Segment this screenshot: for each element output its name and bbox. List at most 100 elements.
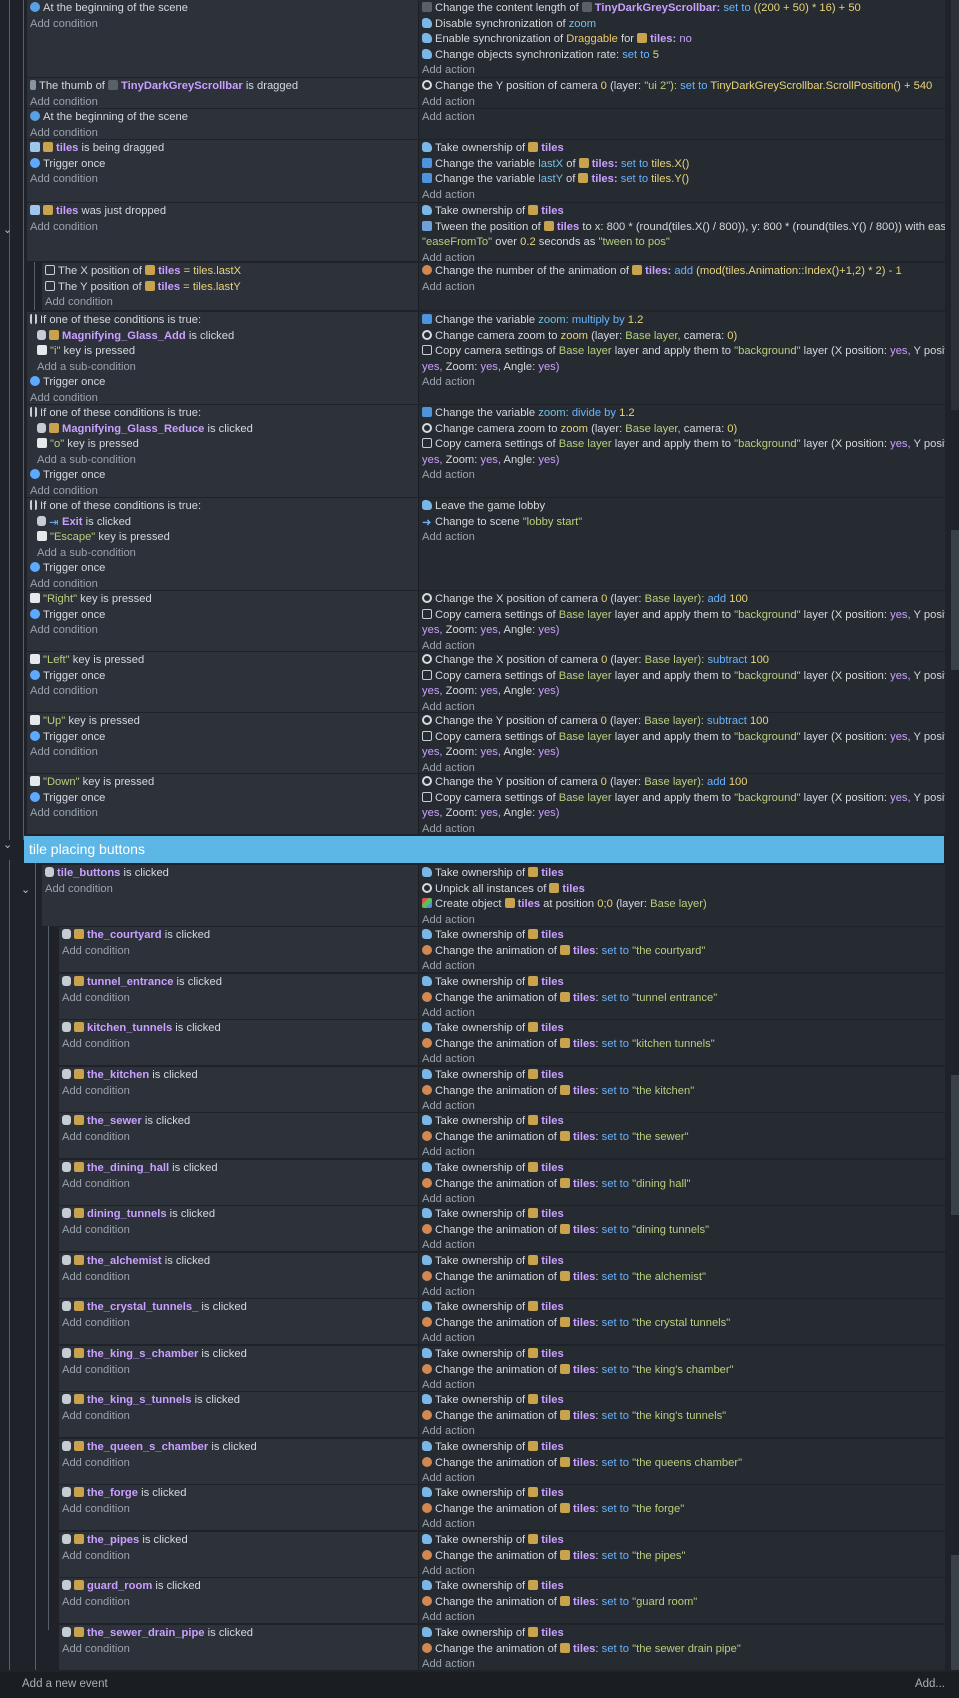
action[interactable]: Take ownership of tiles (422, 1207, 945, 1223)
actions-column[interactable]: Take ownership of tilesChange the animat… (419, 1485, 945, 1530)
action[interactable]: Unpick all instances of tiles (422, 882, 945, 898)
action[interactable]: Leave the game lobby (422, 499, 945, 515)
add-action-link[interactable]: Add action (422, 1378, 945, 1391)
event-row[interactable]: "Up" key is pressedTrigger onceAdd condi… (27, 713, 945, 773)
tile-sub-event-row[interactable]: the_courtyard is clickedAdd conditionTak… (59, 927, 945, 972)
conditions-column[interactable]: the_crystal_tunnels_ is clickedAdd condi… (59, 1299, 419, 1344)
add-action-link[interactable]: Add action (422, 1006, 945, 1019)
tile-sub-event-row[interactable]: the_sewer_drain_pipe is clickedAdd condi… (59, 1625, 945, 1670)
event-row[interactable]: At the beginning of the scene Add condit… (27, 109, 945, 139)
add-condition-link[interactable]: Add condition (62, 944, 418, 960)
sub-condition[interactable]: "Escape" key is pressed (30, 530, 418, 546)
condition[interactable]: the_king_s_chamber is clicked (62, 1347, 418, 1363)
action[interactable]: Take ownership of tiles (422, 1347, 945, 1363)
condition[interactable]: tiles is being dragged (30, 141, 418, 157)
add-action-link[interactable]: Add action (422, 63, 945, 77)
condition[interactable]: Trigger once (30, 608, 418, 624)
action[interactable]: Take ownership of tiles (422, 1254, 945, 1270)
conditions-column[interactable]: At the beginning of the scene Add condit… (27, 0, 419, 77)
conditions-column[interactable]: the_courtyard is clickedAdd condition (59, 927, 419, 972)
conditions-column[interactable]: "Down" key is pressedTrigger onceAdd con… (27, 774, 419, 834)
action[interactable]: Copy camera settings of Base layer layer… (422, 437, 945, 453)
conditions-column[interactable]: The thumb of TinyDarkGreyScrollbar is dr… (27, 78, 419, 108)
sub-condition[interactable]: Magnifying_Glass_Add is clicked (30, 329, 418, 345)
add-condition-link[interactable]: Add condition (30, 391, 418, 405)
add-condition-link[interactable]: Add condition (30, 484, 418, 498)
condition[interactable]: "Right" key is pressed (30, 592, 418, 608)
tile-sub-event-row[interactable]: dining_tunnels is clickedAdd conditionTa… (59, 1206, 945, 1251)
condition[interactable]: "Down" key is pressed (30, 775, 418, 791)
action[interactable]: Change the animation of tiles: set to "t… (422, 944, 945, 960)
action[interactable]: Change camera zoom to zoom (layer: Base … (422, 329, 945, 345)
chevron-down-icon[interactable]: ⌄ (3, 840, 12, 851)
action[interactable]: Take ownership of tiles (422, 1021, 945, 1037)
action[interactable]: Take ownership of tiles (422, 1161, 945, 1177)
add-condition-link[interactable]: Add condition (62, 1223, 418, 1239)
condition[interactable]: Trigger once (30, 468, 418, 484)
action[interactable]: Change the animation of tiles: set to "t… (422, 1270, 945, 1286)
action[interactable]: Change the animation of tiles: set to "t… (422, 1316, 945, 1332)
action[interactable]: Take ownership of tiles (422, 928, 945, 944)
action[interactable]: Change the variable lastY of tiles: set … (422, 172, 945, 188)
action[interactable]: Create object tiles at position 0;0 (lay… (422, 897, 945, 913)
conditions-column[interactable]: tiles was just dropped Add condition (27, 203, 419, 261)
conditions-column[interactable]: the_kitchen is clickedAdd condition (59, 1067, 419, 1112)
add-condition-link[interactable]: Add condition (30, 95, 418, 109)
action[interactable]: Copy camera settings of Base layer layer… (422, 730, 945, 746)
add-condition-link[interactable]: Add condition (62, 1316, 418, 1332)
action[interactable]: Change the animation of tiles: set to "t… (422, 1409, 945, 1425)
actions-column[interactable]: Change the Y position of camera 0 (layer… (419, 774, 945, 834)
tile-sub-event-row[interactable]: the_alchemist is clickedAdd conditionTak… (59, 1253, 945, 1298)
actions-column[interactable]: Take ownership of tilesChange the animat… (419, 1206, 945, 1251)
add-condition-link[interactable]: Add condition (62, 1595, 418, 1611)
add-action-link[interactable]: Add action (422, 639, 945, 652)
conditions-column[interactable]: the_sewer_drain_pipe is clickedAdd condi… (59, 1625, 419, 1670)
add-condition-link[interactable]: Add condition (62, 1270, 418, 1286)
conditions-column[interactable]: the_forge is clickedAdd condition (59, 1485, 419, 1530)
actions-column[interactable]: Take ownership of tilesChange the animat… (419, 1299, 945, 1344)
condition[interactable]: "Left" key is pressed (30, 653, 418, 669)
action[interactable]: Tween the position of tiles to x: 800 * … (422, 220, 945, 236)
action[interactable]: Change the X position of camera 0 (layer… (422, 592, 945, 608)
conditions-column[interactable]: The X position of tiles = tiles.lastX Th… (42, 263, 419, 310)
actions-column[interactable]: Take ownership of tilesChange the animat… (419, 1625, 945, 1670)
add-action-link[interactable]: Add action (422, 1471, 945, 1484)
action[interactable]: Change objects synchronization rate: set… (422, 48, 945, 64)
action[interactable]: Disable synchronization of zoom (422, 17, 945, 33)
conditions-column[interactable]: guard_room is clickedAdd condition (59, 1578, 419, 1623)
add-action-link[interactable]: Add action (422, 1424, 945, 1437)
condition[interactable]: At the beginning of the scene (30, 1, 418, 17)
action[interactable]: Change the variable zoom: divide by 1.2 (422, 406, 945, 422)
condition[interactable]: the_crystal_tunnels_ is clicked (62, 1300, 418, 1316)
action[interactable]: Take ownership of tiles (422, 975, 945, 991)
conditions-column[interactable]: the_dining_hall is clickedAdd condition (59, 1160, 419, 1205)
tile-sub-event-row[interactable]: the_kitchen is clickedAdd conditionTake … (59, 1067, 945, 1112)
event-row[interactable]: If one of these conditions is true: ⇥Exi… (27, 498, 945, 590)
condition[interactable]: tunnel_entrance is clicked (62, 975, 418, 991)
add-condition-link[interactable]: Add condition (30, 172, 418, 188)
tile-sub-event-row[interactable]: the_pipes is clickedAdd conditionTake ow… (59, 1532, 945, 1577)
actions-column[interactable]: Take ownership of tiles Unpick all insta… (419, 865, 945, 926)
add-action-link[interactable]: Add action (422, 1238, 945, 1251)
conditions-column[interactable]: tiles is being dragged Trigger once Add … (27, 140, 419, 202)
actions-column[interactable]: Change the number of the animation of ti… (419, 263, 945, 310)
actions-column[interactable]: Change the Y position of camera 0 (layer… (419, 78, 945, 108)
event-row[interactable]: tile_buttons is clicked Add condition Ta… (42, 865, 945, 926)
action[interactable]: Change the animation of tiles: set to "g… (422, 1595, 945, 1611)
action[interactable]: ➜Change to scene "lobby start" (422, 515, 945, 531)
action[interactable]: Change the animation of tiles: set to "t… (422, 1642, 945, 1658)
add-action-link[interactable]: Add action (422, 280, 945, 296)
actions-column[interactable]: Add action (419, 109, 945, 139)
actions-column[interactable]: Take ownership of tilesChange the animat… (419, 974, 945, 1019)
action[interactable]: Change the animation of tiles: set to "t… (422, 1363, 945, 1379)
add-action-link[interactable]: Add action (422, 1610, 945, 1623)
condition[interactable]: the_sewer_drain_pipe is clicked (62, 1626, 418, 1642)
condition[interactable]: tiles was just dropped (30, 204, 418, 220)
add-condition-link[interactable]: Add condition (62, 1037, 418, 1053)
condition[interactable]: Trigger once (30, 375, 418, 391)
add-condition-link[interactable]: Add condition (62, 1642, 418, 1658)
add-subcondition-link[interactable]: Add a sub-condition (30, 453, 418, 469)
tile-sub-event-row[interactable]: the_sewer is clickedAdd conditionTake ow… (59, 1113, 945, 1158)
conditions-column[interactable]: "Left" key is pressedTrigger onceAdd con… (27, 652, 419, 712)
condition[interactable]: the_kitchen is clicked (62, 1068, 418, 1084)
